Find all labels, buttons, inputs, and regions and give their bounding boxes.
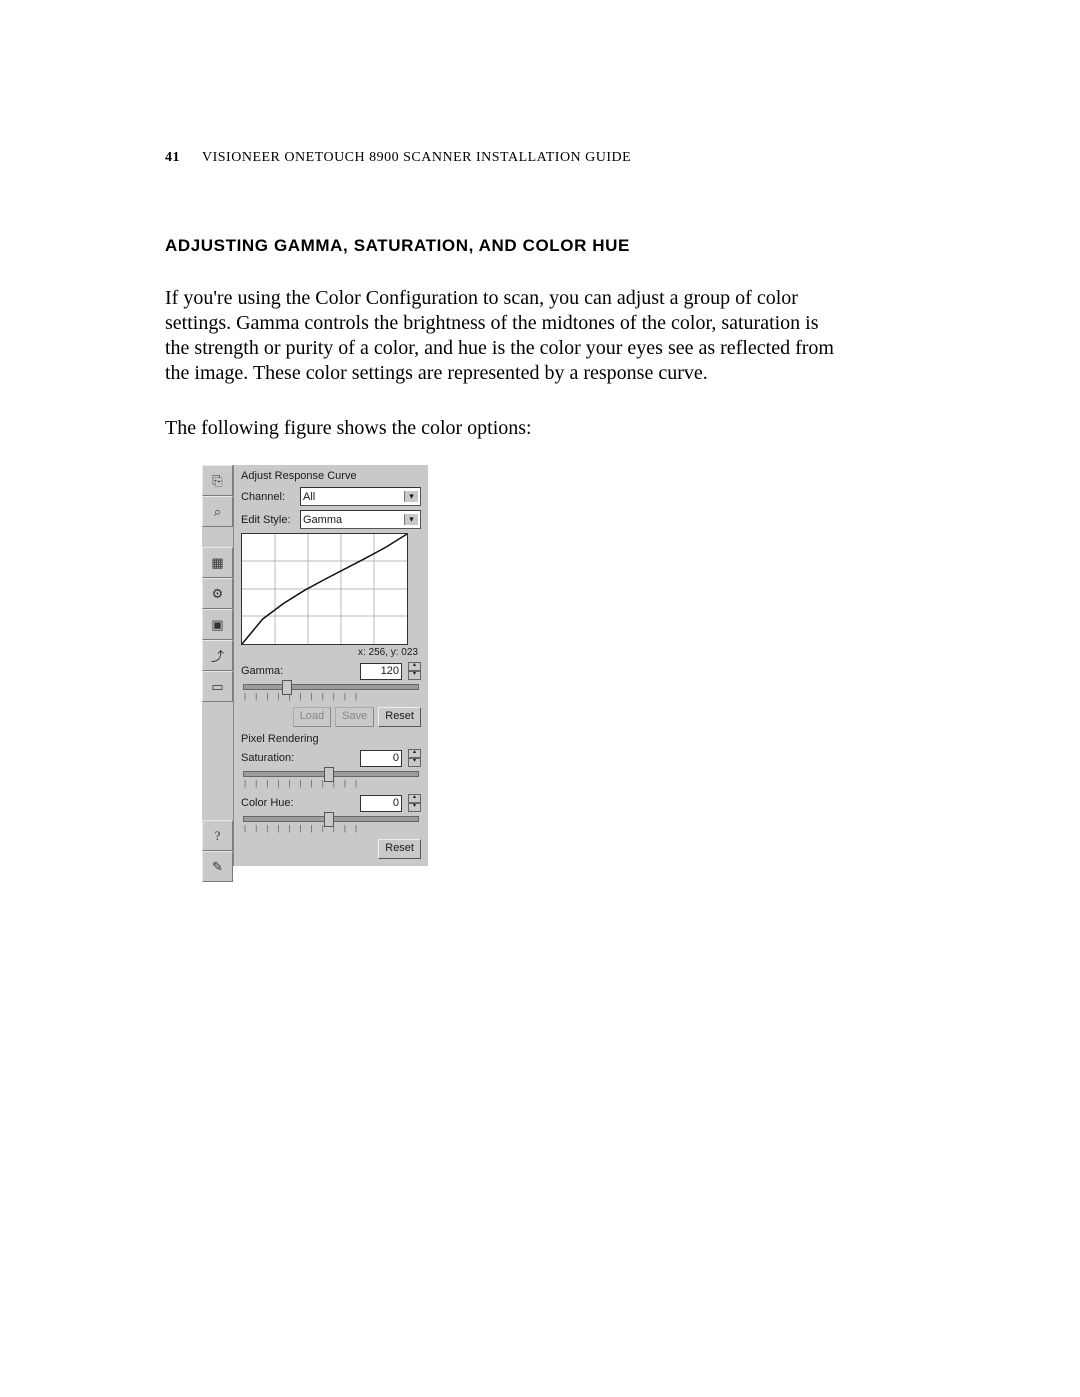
color-hue-label: Color Hue: [241, 797, 296, 809]
dropdown-arrow-icon: ▾ [404, 514, 418, 525]
save-button[interactable]: Save [335, 707, 374, 727]
channel-value: All [303, 491, 315, 503]
header-text: VISIONEER ONETOUCH 8900 SCANNER INSTALLA… [202, 150, 631, 165]
tool-grid-icon[interactable]: ▦ [202, 547, 233, 578]
tool-page-icon[interactable]: ▭ [202, 671, 233, 702]
dropdown-arrow-icon: ▾ [404, 491, 418, 502]
edit-style-label: Edit Style: [241, 514, 296, 526]
panel-title: Adjust Response Curve [241, 470, 421, 482]
gamma-ticks: | | | | | | | | | | | [241, 692, 421, 701]
pixel-rendering-heading: Pixel Rendering [241, 733, 421, 745]
running-header: 41 VISIONEER ONETOUCH 8900 SCANNER INSTA… [165, 150, 950, 166]
color-hue-slider[interactable] [243, 816, 419, 822]
reset-button[interactable]: Reset [378, 707, 421, 727]
tool-settings-icon[interactable]: ⚙ [202, 578, 233, 609]
saturation-slider[interactable] [243, 771, 419, 777]
adjust-response-panel: Adjust Response Curve Channel: All ▾ Edi… [233, 465, 428, 866]
color-options-figure: ⎘ ⌕ ▦ ⚙ ▣ ⤴ ▭ ? ✎ Adjust Response Curve … [202, 465, 950, 882]
color-hue-spinner[interactable]: ▴▾ [408, 794, 421, 812]
channel-select[interactable]: All ▾ [300, 487, 421, 506]
gamma-input[interactable]: 120 [360, 663, 402, 680]
color-hue-input[interactable]: 0 [360, 795, 402, 812]
gamma-label: Gamma: [241, 665, 296, 677]
tool-scan-icon[interactable]: ⎘ [202, 465, 233, 496]
tool-frame-icon[interactable]: ▣ [202, 609, 233, 640]
gamma-spinner[interactable]: ▴▾ [408, 662, 421, 680]
page-number: 41 [165, 150, 180, 165]
body-paragraph-2: The following figure shows the color opt… [165, 416, 845, 441]
saturation-input[interactable]: 0 [360, 750, 402, 767]
gamma-slider[interactable] [243, 684, 419, 690]
edit-style-value: Gamma [303, 514, 342, 526]
pixel-reset-button[interactable]: Reset [378, 839, 421, 859]
body-paragraph-1: If you're using the Color Configuration … [165, 286, 845, 386]
section-heading: ADJUSTING GAMMA, SATURATION, AND COLOR H… [165, 236, 950, 256]
tool-zoom-icon[interactable]: ⌕ [202, 496, 233, 527]
tool-curve-icon[interactable]: ⤴ [202, 640, 233, 671]
saturation-spinner[interactable]: ▴▾ [408, 749, 421, 767]
tool-strip: ⎘ ⌕ ▦ ⚙ ▣ ⤴ ▭ ? ✎ [202, 465, 233, 882]
response-curve-chart [241, 533, 408, 645]
curve-coordinates: x: 256, y: 023 [241, 647, 421, 658]
load-button[interactable]: Load [293, 707, 331, 727]
tool-edit-icon[interactable]: ✎ [202, 851, 233, 882]
edit-style-select[interactable]: Gamma ▾ [300, 510, 421, 529]
tool-help-icon[interactable]: ? [202, 820, 233, 851]
channel-label: Channel: [241, 491, 296, 503]
saturation-label: Saturation: [241, 752, 296, 764]
